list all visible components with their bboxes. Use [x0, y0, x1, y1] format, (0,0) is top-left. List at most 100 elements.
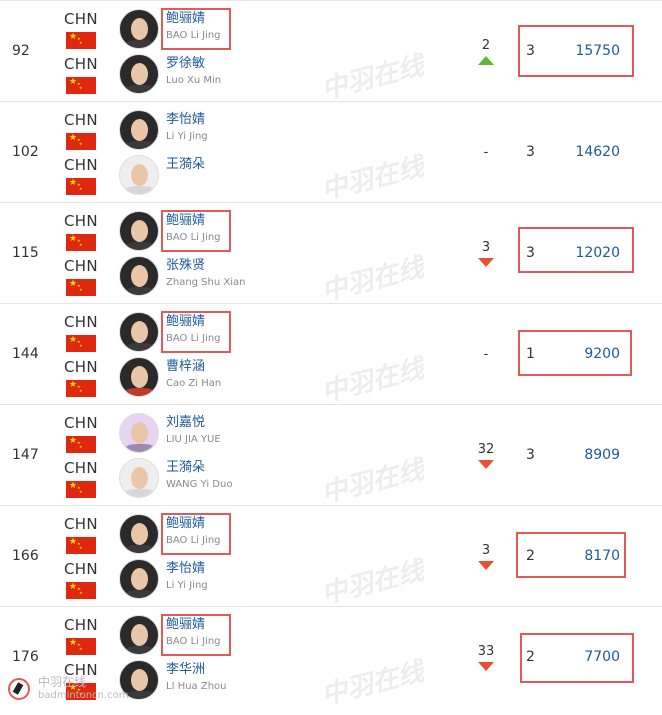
china-flag-icon: ★ ★ ★ — [66, 178, 96, 195]
player-entry: CHN ★ ★ ★ 鲍骊婧 BAO Li Jing — [64, 512, 364, 558]
arrow-up-icon — [478, 55, 494, 65]
rank-change: 3 — [466, 506, 506, 606]
player-avatar[interactable] — [119, 413, 159, 453]
rank-number: 115 — [12, 245, 39, 261]
highlight-box — [161, 513, 231, 555]
rank-change-value: - — [483, 346, 489, 362]
player-names: 李华洲 LI Hua Zhou — [166, 661, 227, 694]
player-avatar[interactable] — [119, 110, 159, 150]
player-name-link[interactable]: 李怡婧 — [166, 560, 208, 578]
points-highlight-box — [516, 532, 626, 578]
player-avatar[interactable] — [119, 357, 159, 397]
player-entry: CHN ★ ★ ★ 刘嘉悦 LIU JIA YUE — [64, 411, 364, 457]
player-name-link[interactable]: 罗徐敏 — [166, 55, 221, 73]
ranking-row: 144 CHN ★ ★ ★ 鲍骊婧 BAO Li Jing CHN ★ ★ ★ 曹梓涵 Cao Zi H… — [0, 303, 662, 408]
china-flag-icon: ★ ★ ★ — [66, 279, 96, 296]
player-entry: CHN ★ ★ ★ 曹梓涵 Cao Zi Han — [64, 355, 364, 401]
player-name-link[interactable]: 王漪朵 — [166, 459, 232, 477]
country-code: CHN — [64, 459, 98, 477]
highlight-box — [161, 311, 231, 353]
player-avatar[interactable] — [119, 256, 159, 296]
china-flag-icon: ★ ★ ★ — [66, 481, 96, 498]
player-name-link[interactable]: 李怡婧 — [166, 111, 208, 129]
arrow-down-icon — [478, 257, 494, 267]
country-code: CHN — [64, 10, 98, 28]
rank-change: 32 — [466, 405, 506, 505]
highlight-box — [161, 8, 231, 50]
rank-change-value: - — [483, 144, 489, 160]
country-code: CHN — [64, 414, 98, 432]
china-flag-icon: ★ ★ ★ — [66, 380, 96, 397]
rank-change-value: 3 — [481, 542, 491, 558]
player-names: 曹梓涵 Cao Zi Han — [166, 358, 221, 391]
player-avatar[interactable] — [119, 9, 159, 49]
player-name-english: Cao Zi Han — [166, 378, 222, 389]
player-name-english: LI Hua Zhou — [166, 681, 227, 692]
player-entry: CHN ★ ★ ★ 李怡婧 Li Yi Jing — [64, 557, 364, 603]
rank-number: 166 — [12, 548, 39, 564]
points-highlight-box — [520, 633, 634, 683]
player-name-english: Luo Xu Min — [166, 75, 222, 86]
player-name-link[interactable]: 张殊贤 — [166, 257, 245, 275]
arrow-down-icon — [478, 661, 494, 671]
highlight-box — [161, 210, 231, 252]
player-avatar[interactable] — [119, 155, 159, 195]
points-highlight-box — [518, 25, 634, 77]
player-name-link[interactable]: 曹梓涵 — [166, 358, 221, 376]
rank-change: 33 — [466, 607, 506, 707]
points-link[interactable]: 8909 — [584, 405, 620, 505]
arrow-down-icon — [478, 459, 494, 469]
china-flag-icon: ★ ★ ★ — [66, 638, 96, 655]
rank-change-value: 3 — [481, 239, 491, 255]
ranking-table: 92 CHN ★ ★ ★ 鲍骊婧 BAO Li Jing CHN ★ ★ ★ 罗徐敏 Luo Xu Mi… — [0, 0, 662, 711]
logo-url: badmintoncn.com — [38, 690, 129, 701]
player-entry: CHN ★ ★ ★ 罗徐敏 Luo Xu Min — [64, 52, 364, 98]
points-link[interactable]: 14620 — [575, 102, 620, 202]
rank-number: 102 — [12, 144, 39, 160]
china-flag-icon: ★ ★ ★ — [66, 133, 96, 150]
player-names: 张殊贤 Zhang Shu Xian — [166, 257, 245, 290]
points-highlight-box — [518, 330, 632, 376]
player-name-link[interactable]: 刘嘉悦 — [166, 414, 221, 432]
ranking-row: 102 CHN ★ ★ ★ 李怡婧 Li Yi Jing CHN ★ ★ ★ 王漪朵 -3 14620 中羽… — [0, 101, 662, 206]
rank-change-value: 32 — [477, 441, 495, 457]
player-entry: CHN ★ ★ ★ 鲍骊婧 BAO Li Jing — [64, 310, 364, 356]
player-name-english: LIU JIA YUE — [166, 434, 221, 445]
rank-change: - — [466, 102, 506, 202]
player-avatar[interactable] — [119, 615, 159, 655]
site-logo: 中羽在线 badmintoncn.com — [8, 674, 128, 704]
player-name-link[interactable]: 李华洲 — [166, 661, 227, 679]
country-code: CHN — [64, 616, 98, 634]
china-flag-icon: ★ ★ ★ — [66, 436, 96, 453]
player-names: 罗徐敏 Luo Xu Min — [166, 55, 221, 88]
tournaments-count: 3 — [526, 447, 535, 463]
player-names: 王漪朵 WANG Yi Duo — [166, 459, 232, 492]
rank-number: 144 — [12, 346, 39, 362]
points-highlight-box — [518, 227, 634, 273]
player-avatar[interactable] — [119, 559, 159, 599]
player-entry: CHN ★ ★ ★ 鲍骊婧 BAO Li Jing — [64, 7, 364, 53]
player-name-english: Li Yi Jing — [166, 580, 208, 591]
player-avatar[interactable] — [119, 514, 159, 554]
player-avatar[interactable] — [119, 54, 159, 94]
rank-change-value: 2 — [481, 37, 491, 53]
player-entry: CHN ★ ★ ★ 王漪朵 — [64, 153, 364, 199]
country-code: CHN — [64, 515, 98, 533]
player-avatar[interactable] — [119, 211, 159, 251]
ranking-row: 115 CHN ★ ★ ★ 鲍骊婧 BAO Li Jing CHN ★ ★ ★ 张殊贤 Zhang Sh… — [0, 202, 662, 307]
player-names: 李怡婧 Li Yi Jing — [166, 560, 208, 593]
rank-number: 147 — [12, 447, 39, 463]
player-name-link[interactable]: 王漪朵 — [166, 156, 205, 174]
country-code: CHN — [64, 313, 98, 331]
ranking-row: 92 CHN ★ ★ ★ 鲍骊婧 BAO Li Jing CHN ★ ★ ★ 罗徐敏 Luo Xu Mi… — [0, 0, 662, 105]
player-names: 刘嘉悦 LIU JIA YUE — [166, 414, 221, 447]
player-avatar[interactable] — [119, 312, 159, 352]
country-code: CHN — [64, 257, 98, 275]
china-flag-icon: ★ ★ ★ — [66, 335, 96, 352]
china-flag-icon: ★ ★ ★ — [66, 32, 96, 49]
arrow-down-icon — [478, 560, 494, 570]
player-avatar[interactable] — [119, 458, 159, 498]
player-entry: CHN ★ ★ ★ 王漪朵 WANG Yi Duo — [64, 456, 364, 502]
player-entry: CHN ★ ★ ★ 张殊贤 Zhang Shu Xian — [64, 254, 364, 300]
logo-title: 中羽在线 — [38, 675, 87, 689]
